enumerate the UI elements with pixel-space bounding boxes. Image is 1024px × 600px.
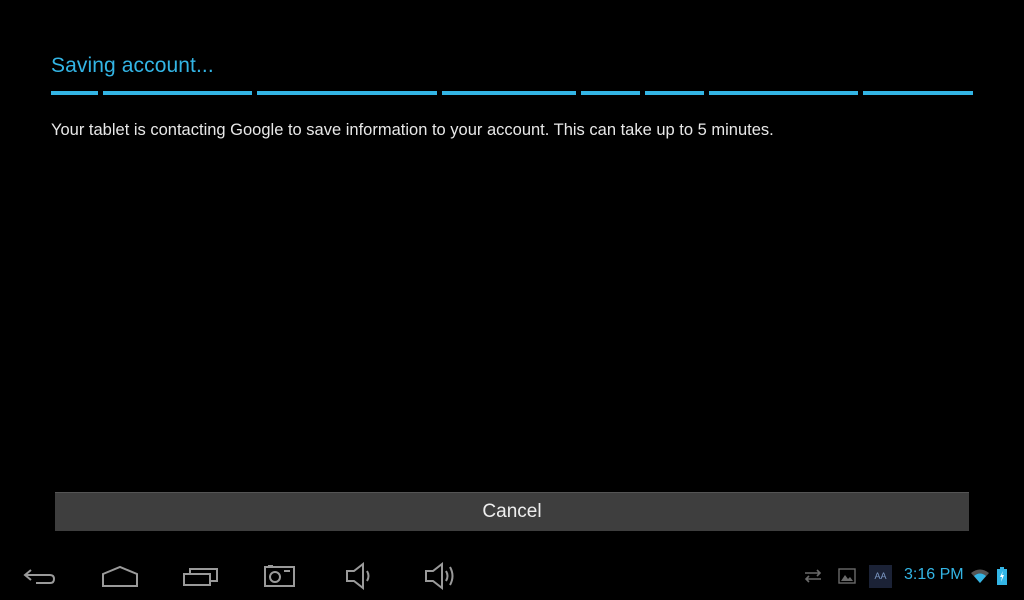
recent-apps-icon [183,568,218,586]
progress-segment [709,91,858,95]
sync-icon [804,569,822,583]
progress-segment [103,91,252,95]
screenshot-button[interactable] [250,552,310,600]
battery-status [996,552,1008,600]
progress-segment [257,91,437,95]
dialog-title: Saving account... [51,54,214,77]
dialog-message: Your tablet is contacting Google to save… [51,121,774,139]
home-icon [102,565,138,587]
gallery-notification[interactable] [838,552,856,600]
progress-segment [51,91,98,95]
status-clock[interactable]: 3:16 PM [904,566,964,584]
gallery-icon [838,568,856,584]
volume-up-icon [425,562,454,590]
camera-icon [264,565,295,587]
sync-status [803,552,823,600]
home-button[interactable] [90,552,150,600]
back-icon [23,569,56,584]
volume-up-button[interactable] [410,552,470,600]
battery-charging-icon [997,567,1007,585]
progress-bar [51,91,973,95]
progress-segment [863,91,973,95]
progress-segment [581,91,640,95]
progress-segment [442,91,576,95]
wifi-icon [971,569,989,583]
recent-apps-button[interactable] [171,552,231,600]
keyboard-label: AA [874,571,887,581]
back-button[interactable] [10,552,70,600]
volume-down-button[interactable] [330,552,390,600]
wifi-status [970,552,990,600]
progress-segment [645,91,704,95]
keyboard-notification[interactable]: AA [869,552,892,600]
keyboard-aa-icon: AA [869,564,892,588]
volume-down-icon [346,562,370,590]
navigation-bar: AA [0,552,1024,600]
cancel-button[interactable]: Cancel [55,492,969,531]
cancel-button-label: Cancel [482,501,542,522]
